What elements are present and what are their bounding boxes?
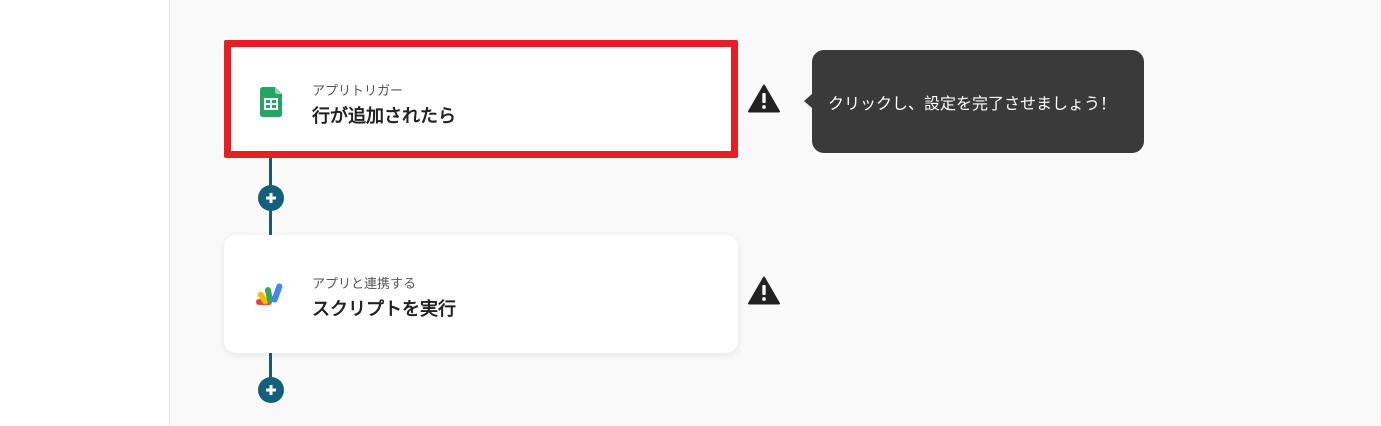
- tooltip-text: クリックし、設定を完了させましょう！: [828, 93, 1117, 113]
- trigger-step-subtitle: アプリトリガー: [312, 84, 404, 99]
- warning-icon[interactable]: [748, 84, 780, 117]
- plus-icon: [265, 381, 277, 400]
- google-sheets-icon: [260, 87, 282, 121]
- plus-icon: [265, 189, 277, 208]
- setup-hint-tooltip: クリックし、設定を完了させましょう！: [804, 50, 1144, 153]
- google-apps-script-icon: [254, 281, 288, 313]
- tooltip-arrow: [804, 94, 812, 108]
- action-step-subtitle: アプリと連携する: [312, 277, 417, 292]
- add-step-button-2[interactable]: [258, 377, 284, 403]
- trigger-step-title: 行が追加されたら: [312, 106, 456, 127]
- action-step-card[interactable]: アプリと連携する スクリプトを実行: [224, 235, 738, 353]
- warning-icon[interactable]: [748, 276, 780, 309]
- add-step-button-1[interactable]: [258, 185, 284, 211]
- trigger-step-card[interactable]: アプリトリガー 行が追加されたら: [224, 40, 738, 158]
- action-step-title: スクリプトを実行: [312, 299, 456, 320]
